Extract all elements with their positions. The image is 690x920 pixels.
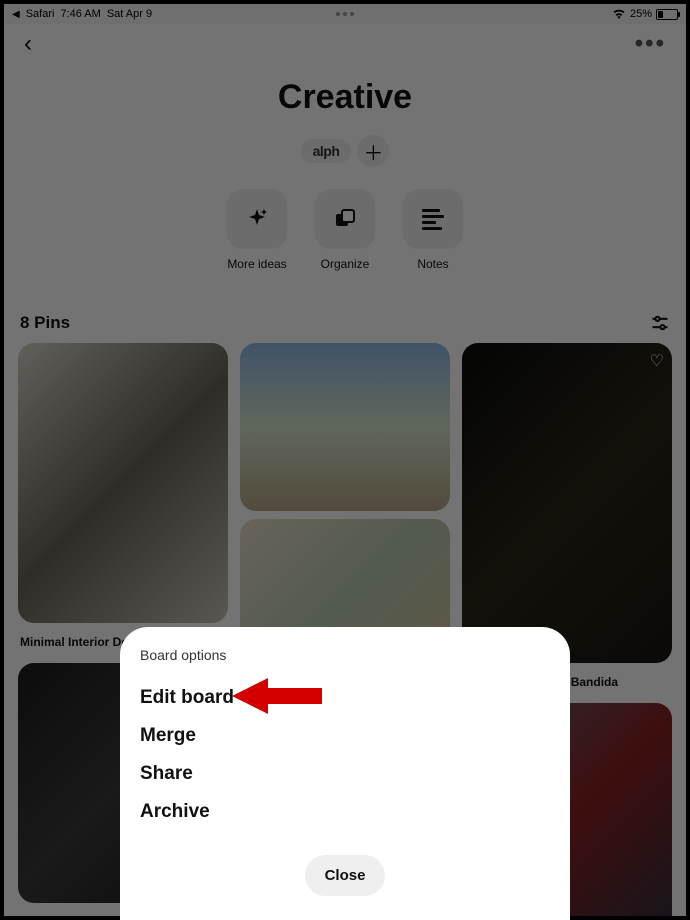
- board-options-sheet: Board options Edit board Merge Share Arc…: [120, 627, 570, 920]
- edit-board-option[interactable]: Edit board: [140, 679, 550, 717]
- sheet-title: Board options: [140, 647, 550, 663]
- archive-option[interactable]: Archive: [140, 793, 550, 831]
- close-button[interactable]: Close: [305, 855, 386, 896]
- share-option[interactable]: Share: [140, 755, 550, 793]
- merge-option[interactable]: Merge: [140, 717, 550, 755]
